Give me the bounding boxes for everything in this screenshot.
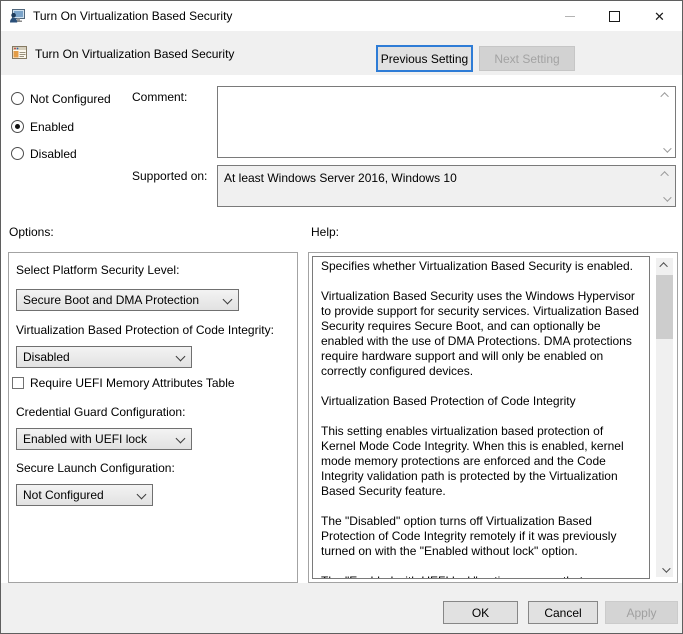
secure-launch-label: Secure Launch Configuration: (16, 461, 175, 475)
scroll-up-icon (658, 167, 674, 180)
chevron-down-icon (176, 434, 186, 444)
scroll-up-icon[interactable] (656, 258, 673, 272)
options-panel: Select Platform Security Level: Secure B… (8, 252, 298, 583)
help-text[interactable]: Specifies whether Virtualization Based S… (312, 256, 650, 579)
uefi-memory-attributes-checkbox[interactable]: Require UEFI Memory Attributes Table (12, 376, 235, 390)
combo-value: Secure Boot and DMA Protection (23, 293, 199, 307)
help-paragraph: Virtualization Based Security uses the W… (321, 289, 641, 379)
close-button[interactable]: ✕ (637, 1, 682, 31)
ok-button[interactable]: OK (443, 601, 518, 624)
scroll-down-icon (658, 192, 674, 205)
chevron-down-icon (223, 295, 233, 305)
help-paragraph: Specifies whether Virtualization Based S… (321, 259, 641, 274)
radio-label: Not Configured (30, 92, 111, 106)
help-paragraph: This setting enables virtualization base… (321, 424, 641, 499)
scroll-down-icon[interactable] (658, 143, 674, 156)
apply-button[interactable]: Apply (605, 601, 678, 624)
cancel-button[interactable]: Cancel (528, 601, 598, 624)
maximize-button[interactable] (592, 1, 637, 31)
radio-label: Enabled (30, 120, 74, 134)
minimize-button (547, 1, 592, 31)
comment-input[interactable] (217, 86, 676, 158)
dialog-footer: OK Cancel Apply (1, 583, 682, 634)
platform-security-level-select[interactable]: Secure Boot and DMA Protection (16, 289, 239, 311)
platform-security-level-label: Select Platform Security Level: (16, 263, 179, 277)
help-scrollbar[interactable] (656, 258, 673, 577)
radio-not-configured[interactable]: Not Configured (11, 91, 111, 106)
supported-on-field: At least Windows Server 2016, Windows 10 (217, 165, 676, 207)
options-section-label: Options: (9, 225, 54, 239)
checkbox-icon (12, 377, 24, 389)
title-bar: Turn On Virtualization Based Security ✕ (1, 1, 682, 31)
radio-circle-icon (11, 92, 24, 105)
radio-circle-icon (11, 147, 24, 160)
minimize-icon (565, 16, 575, 17)
help-section-label: Help: (311, 225, 339, 239)
code-integrity-protection-select[interactable]: Disabled (16, 346, 192, 368)
supported-on-value: At least Windows Server 2016, Windows 10 (224, 171, 653, 185)
setting-header: Turn On Virtualization Based Security Pr… (1, 31, 682, 75)
policy-setting-dialog: Turn On Virtualization Based Security ✕ … (0, 0, 683, 634)
supported-scrollbar (658, 167, 674, 205)
help-panel: Specifies whether Virtualization Based S… (308, 252, 678, 583)
help-paragraph: The "Disabled" option turns off Virtuali… (321, 514, 641, 559)
code-integrity-label: Virtualization Based Protection of Code … (16, 323, 274, 337)
checkbox-label: Require UEFI Memory Attributes Table (30, 376, 235, 390)
combo-value: Disabled (23, 350, 70, 364)
window-title: Turn On Virtualization Based Security (33, 9, 547, 23)
radio-enabled[interactable]: Enabled (11, 119, 74, 134)
previous-setting-button[interactable]: Previous Setting (376, 45, 473, 72)
setting-name: Turn On Virtualization Based Security (35, 47, 234, 61)
policy-setting-icon (11, 44, 28, 61)
chevron-down-icon (176, 352, 186, 362)
scroll-up-icon[interactable] (658, 88, 674, 101)
radio-disabled[interactable]: Disabled (11, 146, 77, 161)
combo-value: Enabled with UEFI lock (23, 432, 147, 446)
comment-scrollbar[interactable] (658, 88, 674, 156)
close-icon: ✕ (654, 10, 665, 23)
radio-label: Disabled (30, 147, 77, 161)
maximize-icon (609, 11, 620, 22)
help-paragraph: The "Enabled with UEFI lock" option ensu… (321, 574, 641, 579)
next-setting-button[interactable]: Next Setting (479, 46, 575, 71)
secure-launch-select[interactable]: Not Configured (16, 484, 153, 506)
credential-guard-select[interactable]: Enabled with UEFI lock (16, 428, 192, 450)
scrollbar-thumb[interactable] (656, 275, 673, 339)
supported-on-label: Supported on: (132, 169, 207, 183)
help-paragraph: Virtualization Based Protection of Code … (321, 394, 641, 409)
credential-guard-label: Credential Guard Configuration: (16, 405, 185, 419)
combo-value: Not Configured (23, 488, 104, 502)
scroll-down-icon[interactable] (656, 563, 673, 577)
group-policy-app-icon (9, 8, 25, 24)
comment-label: Comment: (132, 90, 187, 104)
radio-selected-icon (11, 120, 24, 133)
chevron-down-icon (137, 490, 147, 500)
